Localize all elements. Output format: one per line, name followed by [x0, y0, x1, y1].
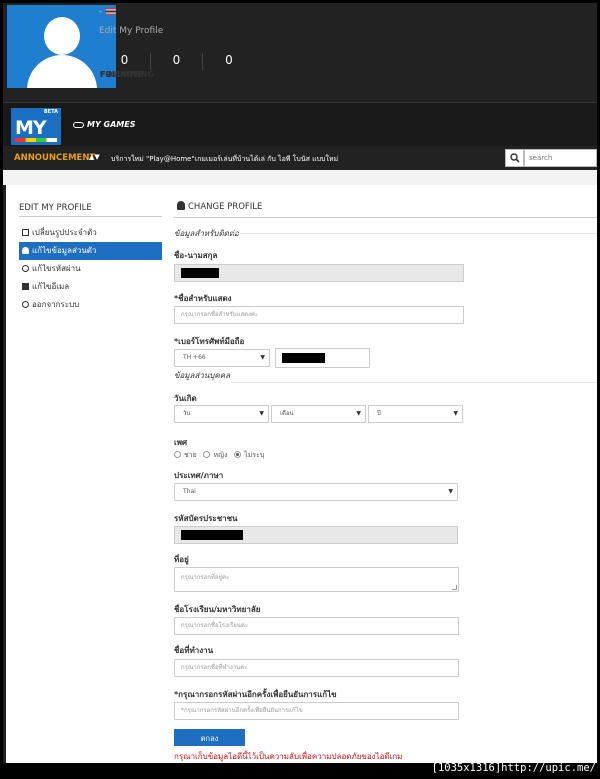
redacted-block — [181, 267, 219, 278]
form-title-divider — [173, 217, 597, 218]
profile-content: EDIT MY PROFILE เปลี่ยนรูปประจำตัว แก้ไข… — [6, 185, 597, 763]
password-label: *กรุณากรอกรหัสผ่านอีกครั้งเพื่อยืนยันการ… — [174, 690, 337, 699]
redacted-block — [282, 353, 325, 363]
country-code-select[interactable]: TH +66 ▼ — [174, 349, 270, 367]
avatar-body — [27, 55, 97, 88]
thai-flag-icon — [106, 8, 117, 15]
security-note: กรุณาเก็บข้อมูลไอดีนี้ไว้เป็นความลับเพื่… — [174, 752, 403, 761]
country-select[interactable]: Thai ▼ — [174, 483, 458, 501]
image-watermark: [1035x1316]http://upic.me/ — [431, 762, 596, 774]
fullname-field — [174, 264, 464, 282]
redacted-block — [181, 529, 243, 540]
logo-text: MY — [15, 117, 47, 139]
user-icon — [22, 247, 29, 254]
main-nav: BETA MY MY GAMES — [3, 102, 597, 146]
radio-selected-icon — [234, 451, 242, 458]
country-label: ประเทศ/ภาษา — [174, 471, 224, 480]
fullname-label: ชื่อ-นามสกุล — [174, 251, 218, 260]
content-top-band — [3, 170, 597, 185]
birthday-label: วันเกิด — [174, 394, 197, 403]
school-input[interactable]: กรุณากรอกชื่อโรงเรียนค่ะ — [174, 617, 459, 635]
resize-grip-icon[interactable] — [452, 585, 457, 590]
sidebar-item-change-password[interactable]: แก้ไขรหัสผ่าน — [19, 260, 162, 278]
envelope-icon — [22, 283, 29, 290]
section-contact-divider — [231, 233, 597, 234]
work-label: ชื่อที่ทำงาน — [174, 646, 214, 655]
gamepad-icon — [73, 121, 84, 128]
idcard-label: รหัสบัตรประชาชน — [174, 514, 238, 523]
gender-label: เพศ — [174, 438, 188, 447]
search-input[interactable] — [524, 149, 597, 167]
edit-profile-link[interactable]: Edit My Profile — [99, 26, 163, 36]
key-icon — [22, 301, 29, 308]
sidebar-title: EDIT MY PROFILE — [19, 203, 92, 213]
address-textarea[interactable]: กรุณากรอกที่อยู่ค่ะ — [174, 567, 459, 592]
birth-day-select[interactable]: วัน ▼ — [174, 405, 269, 423]
image-icon — [22, 229, 29, 236]
sidebar-item-change-email[interactable]: แก้ไขอีเมล — [19, 278, 162, 296]
mobile-input[interactable] — [275, 348, 370, 368]
sidebar-divider — [19, 216, 162, 217]
gender-options: ชาย หญิง ไม่ระบุ — [174, 450, 264, 461]
stat-follows[interactable]: 0 FOLLOWS — [99, 53, 151, 79]
caret-down-icon: ▼ — [260, 354, 265, 361]
caret-down-icon: ▼ — [448, 488, 453, 495]
gender-option-unspecified[interactable]: ไม่ระบุ — [234, 451, 264, 459]
school-label: ชื่อโรงเรียน/มหาวิทยาลัย — [174, 605, 261, 614]
site-logo[interactable]: BETA MY — [11, 108, 61, 145]
birth-year-select[interactable]: ปี ▼ — [368, 405, 463, 423]
logo-beta-text: BETA — [43, 109, 58, 115]
section-personal-divider — [231, 382, 597, 383]
form-title: CHANGE PROFILE — [177, 201, 262, 212]
logo-color-bar — [15, 138, 57, 142]
confirm-password-input[interactable]: *กรุณากรอกรหัสผ่านอีกครั้งเพื่อยืนยันการ… — [174, 702, 459, 720]
caret-down-icon: ▼ — [356, 410, 361, 417]
stat-following[interactable]: 0 FOLLOWING — [100, 53, 203, 79]
username: - — [99, 7, 117, 17]
profile-stats: 0 FOLLOWS 0 FOLLOWING 0 FRIENDS — [99, 53, 255, 79]
caret-down-icon: ▼ — [453, 410, 458, 417]
birth-month-select[interactable]: เดือน ▼ — [271, 405, 366, 423]
my-games-link[interactable]: MY GAMES — [73, 120, 135, 129]
sidebar-item-logout[interactable]: ออกจากระบบ — [19, 296, 162, 314]
stat-friends[interactable]: 0 FRIENDS — [100, 53, 255, 79]
section-contact: ข้อมูลสำหรับติดต่อ — [174, 229, 239, 238]
display-name-input[interactable]: กรุณากรอกชื่อสำหรับแสดงค่ะ — [174, 306, 464, 324]
announcement-arrows-icon[interactable]: ▲▼ — [89, 153, 100, 161]
gender-option-female[interactable]: หญิง — [203, 451, 227, 459]
page-frame: - Edit My Profile 0 FOLLOWS 0 FOLLOWING 0F… — [3, 3, 597, 763]
search-button[interactable] — [505, 149, 524, 167]
user-icon — [177, 201, 185, 210]
avatar-head — [44, 17, 80, 55]
work-input[interactable]: กรุณากรอกชื่อที่ทำงานค่ะ — [174, 659, 459, 677]
sidebar-item-change-avatar[interactable]: เปลี่ยนรูปประจำตัว — [19, 224, 162, 242]
sidebar-menu: เปลี่ยนรูปประจำตัว แก้ไขข้อมูลส่วนตัว แก… — [19, 224, 162, 314]
radio-icon — [174, 451, 181, 458]
key-icon — [22, 265, 29, 272]
display-name-label: *ชื่อสำหรับแสดง — [174, 294, 232, 303]
announcement-label: ANNOUNCEMENT — [14, 153, 96, 163]
submit-button[interactable]: ตกลง — [174, 729, 245, 746]
gender-option-male[interactable]: ชาย — [174, 451, 197, 459]
sidebar-item-edit-profile[interactable]: แก้ไขข้อมูลส่วนตัว — [19, 242, 162, 260]
caret-down-icon: ▼ — [259, 410, 264, 417]
radio-icon — [203, 451, 211, 458]
search-icon — [510, 153, 520, 163]
mobile-label: *เบอร์โทรศัพท์มือถือ — [174, 337, 245, 346]
announcement-bar: ANNOUNCEMENT ▲▼ บริการใหม่ "Play@Home"เก… — [3, 146, 597, 170]
address-label: ที่อยู่ — [174, 555, 189, 564]
idcard-field — [174, 526, 458, 544]
announcement-text[interactable]: บริการใหม่ "Play@Home"เกมเมอร์เล่นที่บ้า… — [111, 154, 338, 165]
section-personal: ข้อมูลส่วนบุคคล — [174, 371, 230, 380]
profile-header: - Edit My Profile 0 FOLLOWS 0 FOLLOWING 0F… — [3, 3, 597, 105]
